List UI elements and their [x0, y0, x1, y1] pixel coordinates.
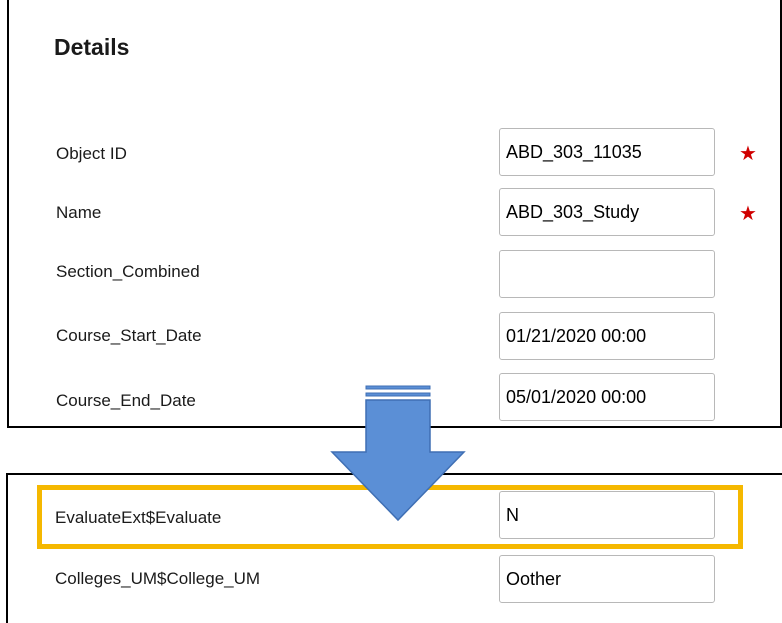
required-star-icon: ★: [739, 143, 757, 165]
label-course-end-date: Course_End_Date: [56, 391, 196, 410]
label-evaluate: EvaluateExt$Evaluate: [55, 508, 222, 527]
label-object-id: Object ID: [56, 144, 127, 163]
course-start-date-field[interactable]: 01/21/2020 00:00: [499, 312, 715, 360]
section-combined-field[interactable]: [499, 250, 715, 298]
down-arrow-icon: [330, 385, 466, 522]
name-field[interactable]: ABD_303_Study: [499, 188, 715, 236]
college-field[interactable]: Oother: [499, 555, 715, 603]
label-section-combined: Section_Combined: [56, 262, 200, 281]
course-end-date-field[interactable]: 05/01/2020 00:00: [499, 373, 715, 421]
label-college: Colleges_UM$College_UM: [55, 569, 261, 588]
label-name: Name: [56, 203, 102, 222]
label-course-start-date: Course_Start_Date: [56, 326, 202, 345]
details-title: Details: [54, 34, 130, 60]
object-id-field[interactable]: ABD_303_11035: [499, 128, 715, 176]
required-star-icon: ★: [739, 203, 757, 225]
evaluate-field[interactable]: N: [499, 491, 715, 539]
